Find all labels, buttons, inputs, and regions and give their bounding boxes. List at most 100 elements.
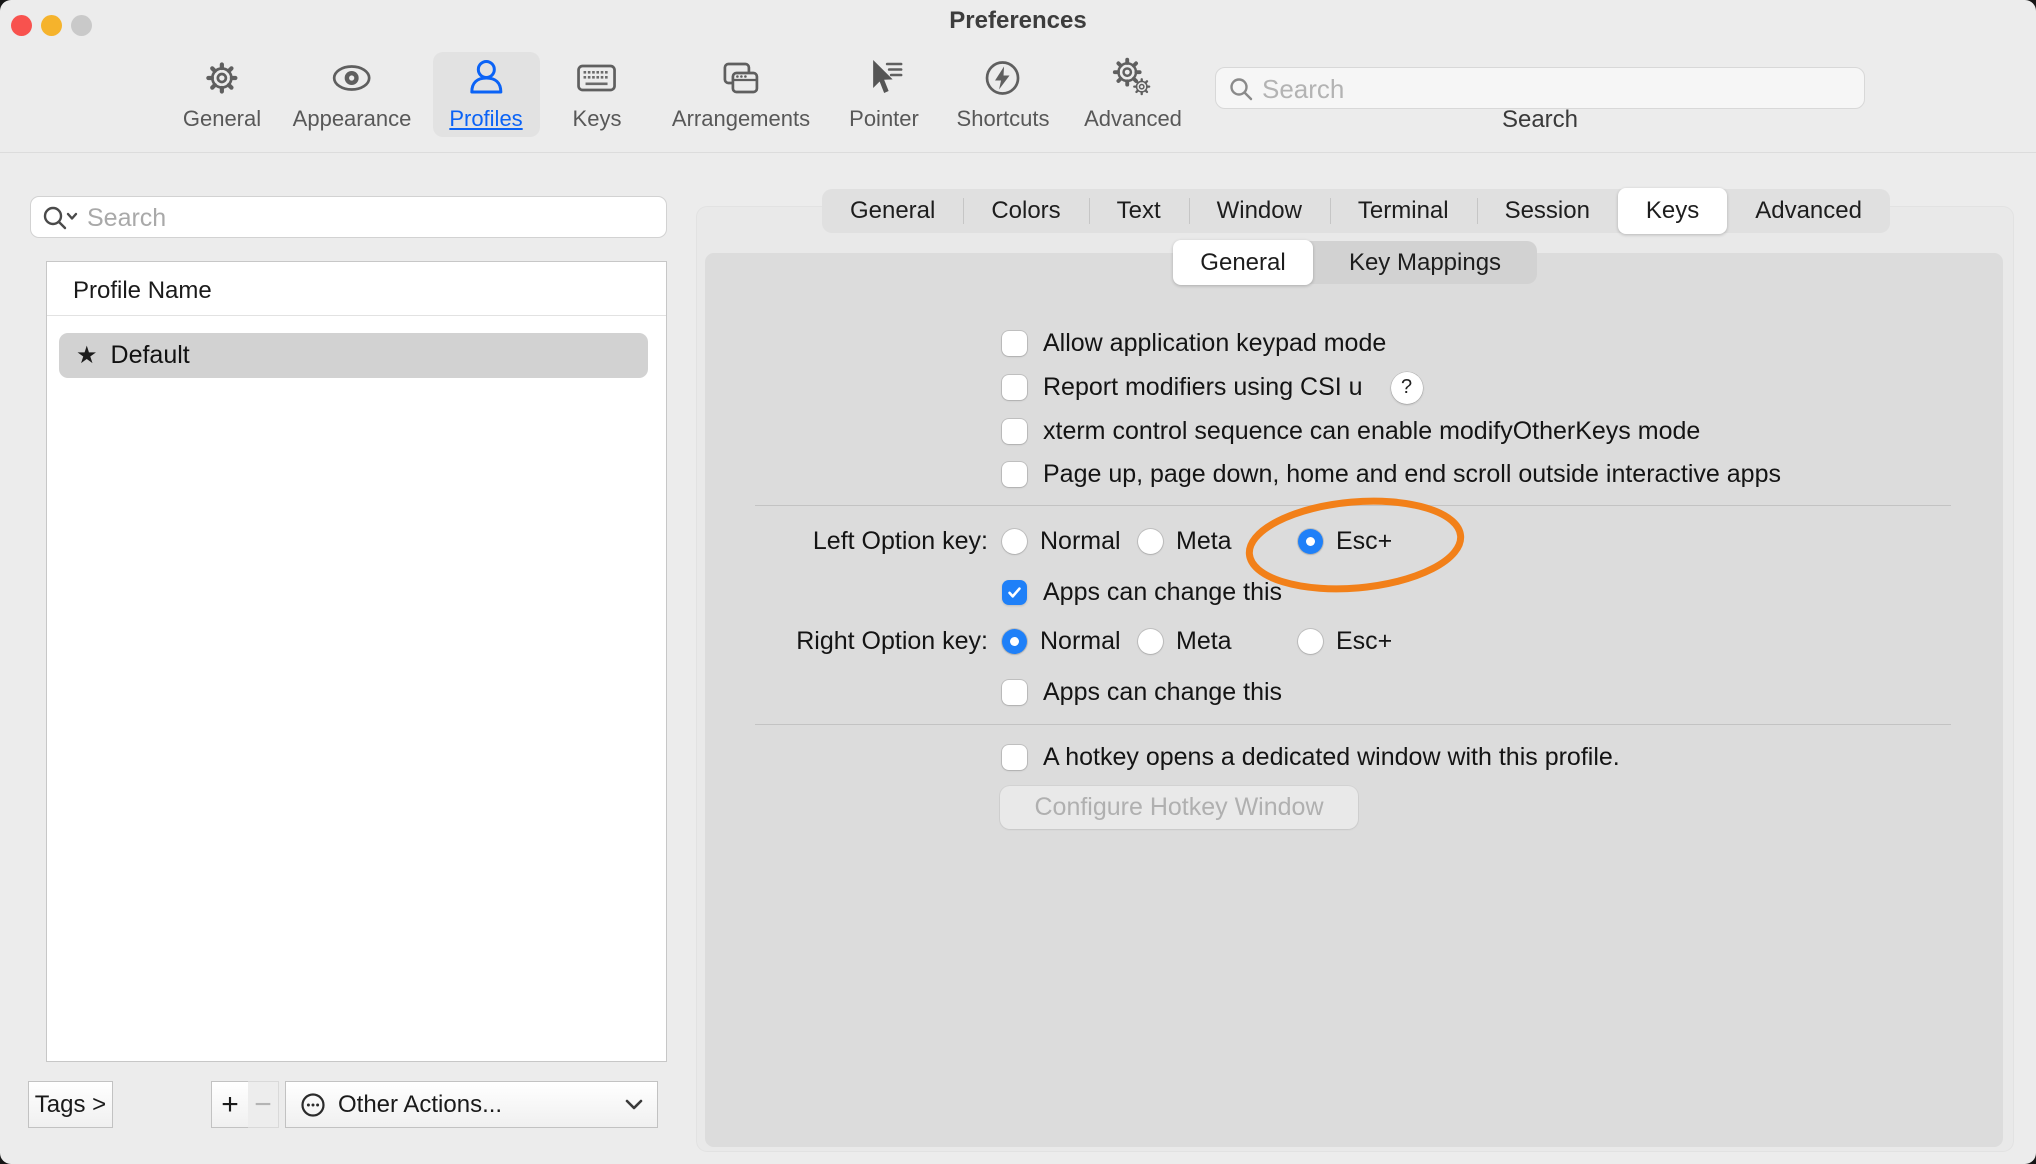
csi-u-checkbox[interactable] [1002, 375, 1027, 400]
radio-label: Meta [1176, 527, 1232, 556]
section-divider [755, 505, 1951, 506]
toolbar-item-label: Arrangements [672, 106, 810, 132]
tab-window[interactable]: Window [1189, 189, 1330, 233]
radio-label: Esc+ [1336, 627, 1392, 656]
right-option-meta-radio[interactable]: Meta [1138, 628, 1232, 655]
default-star-icon: ★ [76, 341, 98, 370]
radio-icon [1138, 629, 1163, 654]
tab-label: Window [1217, 197, 1302, 225]
subtab-key-mappings[interactable]: Key Mappings [1313, 241, 1537, 284]
checkbox-label: A hotkey opens a dedicated window with t… [1043, 743, 1620, 772]
toolbar-item-label: Keys [573, 106, 622, 132]
toolbar-search-input[interactable] [1260, 68, 1854, 110]
profile-search-input[interactable] [85, 197, 649, 239]
checkbox-label: Allow application keypad mode [1043, 329, 1386, 358]
page-scroll-checkbox[interactable] [1002, 462, 1027, 487]
hotkey-window-checkbox[interactable] [1002, 745, 1027, 770]
tab-keys[interactable]: Keys [1618, 188, 1727, 234]
toolbar-search-field[interactable] [1215, 67, 1865, 109]
profile-row-default[interactable]: ★ Default [59, 333, 648, 378]
radio-icon [1002, 629, 1027, 654]
allow-keypad-checkbox[interactable] [1002, 331, 1027, 356]
toolbar-divider [0, 152, 2036, 153]
modifyotherkeys-checkbox[interactable] [1002, 419, 1027, 444]
toolbar-item-advanced[interactable]: Advanced [1084, 55, 1182, 132]
toolbar-item-arrangements[interactable]: Arrangements [672, 55, 810, 132]
left-apps-change-row: Apps can change this [1002, 579, 1282, 606]
tags-button-label: Tags > [35, 1091, 106, 1119]
toolbar-item-label: Shortcuts [957, 106, 1050, 132]
subtab-label: Key Mappings [1349, 249, 1501, 277]
tab-text[interactable]: Text [1089, 189, 1189, 233]
other-actions-label: Other Actions... [338, 1091, 502, 1119]
toolbar-item-shortcuts[interactable]: Shortcuts [957, 55, 1050, 132]
keys-subtab-bar: General Key Mappings [1173, 241, 1537, 284]
subtab-label: General [1200, 249, 1285, 277]
windows-stack-icon [718, 55, 764, 101]
tab-label: General [850, 197, 935, 225]
checkbox-row-csi-u: Report modifiers using CSI u ? [1002, 374, 1423, 401]
checkbox-row-page-scroll: Page up, page down, home and end scroll … [1002, 461, 1781, 488]
help-button-label: ? [1401, 376, 1412, 399]
cursor-icon [861, 55, 907, 101]
toolbar-item-label: Appearance [293, 106, 412, 132]
left-option-meta-radio[interactable]: Meta [1138, 528, 1232, 555]
list-header-divider [47, 315, 666, 316]
toolbar-search-label: Search [1215, 106, 1865, 134]
left-apps-change-checkbox[interactable] [1002, 580, 1027, 605]
hotkey-row: A hotkey opens a dedicated window with t… [1002, 744, 1620, 771]
gear-icon [199, 55, 245, 101]
toolbar-item-profiles[interactable]: Profiles [449, 55, 522, 132]
tab-colors[interactable]: Colors [963, 189, 1088, 233]
checkbox-label: Apps can change this [1043, 578, 1282, 607]
right-option-normal-radio[interactable]: Normal [1002, 628, 1121, 655]
help-button[interactable]: ? [1391, 372, 1423, 404]
toolbar-item-label: Profiles [449, 106, 522, 132]
radio-label: Normal [1040, 627, 1121, 656]
remove-profile-label: − [254, 1088, 272, 1122]
right-option-esc-radio[interactable]: Esc+ [1298, 628, 1392, 655]
toolbar-item-appearance[interactable]: Appearance [293, 55, 412, 132]
configure-hotkey-window-button[interactable]: Configure Hotkey Window [1000, 786, 1358, 829]
keyboard-icon [574, 55, 620, 101]
radio-label: Meta [1176, 627, 1232, 656]
tab-terminal[interactable]: Terminal [1330, 189, 1477, 233]
radio-label: Normal [1040, 527, 1121, 556]
subtab-general[interactable]: General [1173, 240, 1313, 285]
right-apps-change-checkbox[interactable] [1002, 680, 1027, 705]
other-actions-dropdown[interactable]: Other Actions... [285, 1081, 658, 1128]
radio-icon [1138, 529, 1163, 554]
lightning-bolt-icon [980, 55, 1026, 101]
add-profile-button[interactable]: + [211, 1081, 249, 1128]
tab-general[interactable]: General [822, 189, 963, 233]
tab-advanced[interactable]: Advanced [1727, 189, 1890, 233]
checkbox-label: Apps can change this [1043, 678, 1282, 707]
tags-button[interactable]: Tags > [28, 1081, 113, 1128]
remove-profile-button[interactable]: − [248, 1081, 279, 1128]
toolbar-item-general[interactable]: General [183, 55, 261, 132]
radio-icon [1298, 629, 1323, 654]
add-profile-label: + [221, 1088, 239, 1122]
tab-label: Advanced [1755, 197, 1862, 225]
left-option-key-label: Left Option key: [730, 528, 988, 555]
person-icon [463, 55, 509, 101]
toolbar-item-keys[interactable]: Keys [573, 55, 622, 132]
left-option-normal-radio[interactable]: Normal [1002, 528, 1121, 555]
right-option-key-label: Right Option key: [730, 628, 988, 655]
toolbar-item-pointer[interactable]: Pointer [849, 55, 919, 132]
radio-icon [1002, 529, 1027, 554]
toolbar-item-label: Advanced [1084, 106, 1182, 132]
checkbox-label: Page up, page down, home and end scroll … [1043, 460, 1781, 489]
profile-list-header: Profile Name [73, 277, 212, 305]
left-option-esc-radio[interactable]: Esc+ [1298, 528, 1392, 555]
profile-search-field[interactable] [30, 196, 667, 238]
profile-list: Profile Name ★ Default [46, 261, 667, 1062]
toolbar-item-label: Pointer [849, 106, 919, 132]
tab-label: Keys [1646, 197, 1699, 225]
tab-label: Session [1505, 197, 1590, 225]
radio-icon [1298, 529, 1323, 554]
profile-tab-bar: General Colors Text Window Terminal Sess… [822, 189, 1890, 233]
double-gear-icon [1110, 55, 1156, 101]
tab-session[interactable]: Session [1477, 189, 1618, 233]
tab-label: Terminal [1358, 197, 1449, 225]
